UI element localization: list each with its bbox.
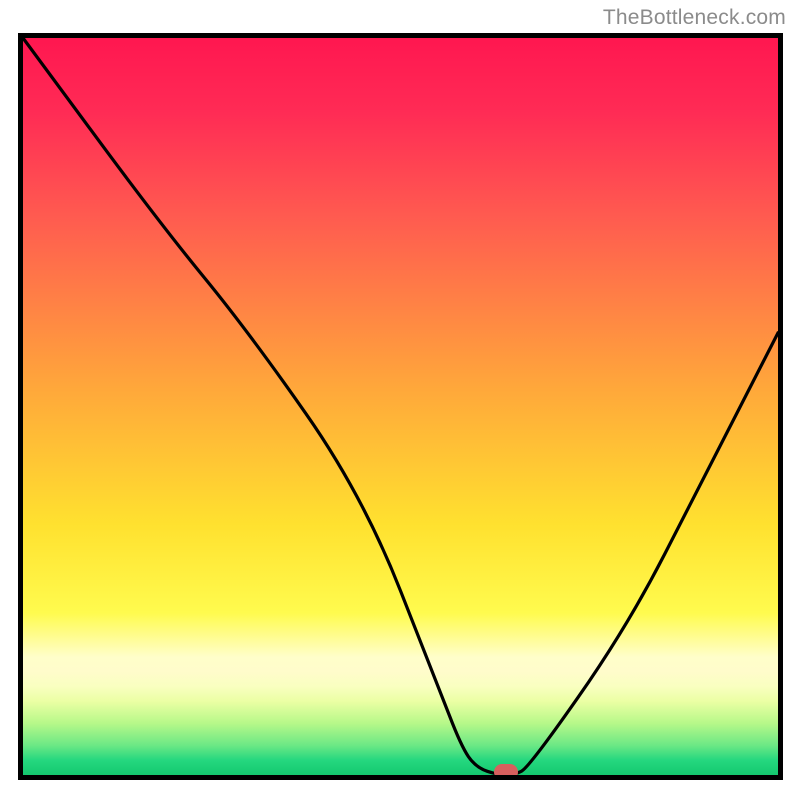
chart-wrapper: TheBottleneck.com xyxy=(0,0,800,800)
line-plot xyxy=(23,38,778,775)
optimal-marker xyxy=(494,764,518,780)
attribution-text: TheBottleneck.com xyxy=(603,6,786,30)
bottleneck-curve xyxy=(23,38,778,775)
chart-frame xyxy=(18,33,783,780)
